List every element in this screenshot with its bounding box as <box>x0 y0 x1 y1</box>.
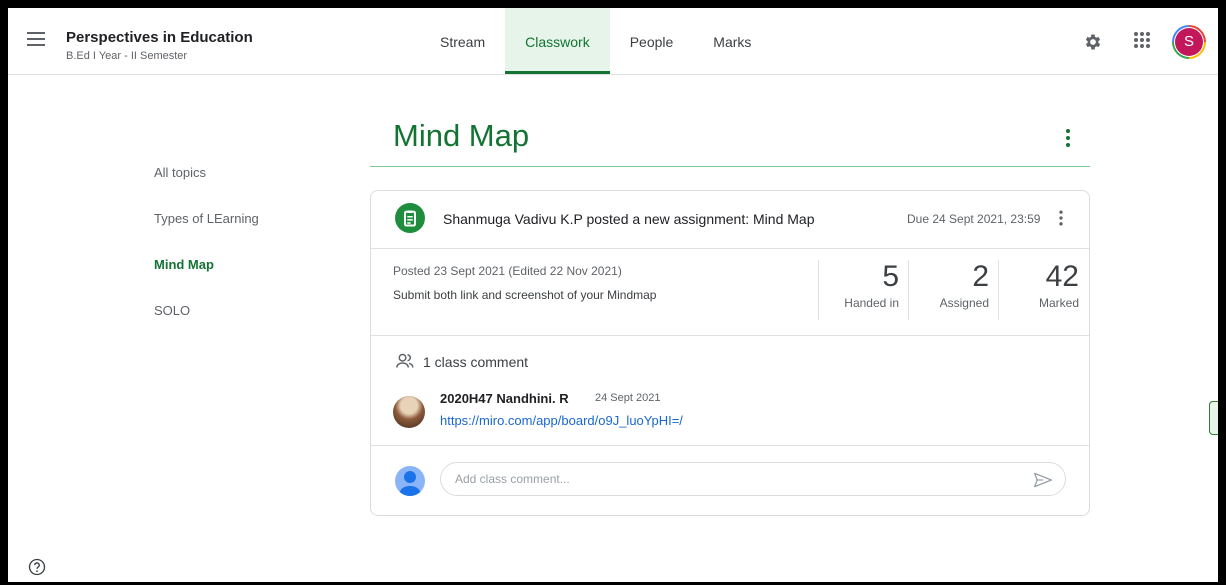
topic-types-of-learning[interactable]: Types of LEarning <box>154 211 259 257</box>
topic-list: All topics Types of LEarning Mind Map SO… <box>154 165 259 349</box>
course-title[interactable]: Perspectives in Education <box>66 29 253 46</box>
topic-all[interactable]: All topics <box>154 165 259 211</box>
topic-solo[interactable]: SOLO <box>154 303 259 349</box>
posted-date: Posted 23 Sept 2021 (Edited 22 Nov 2021) <box>393 264 622 278</box>
assignment-details: Posted 23 Sept 2021 (Edited 22 Nov 2021)… <box>371 248 1089 336</box>
account-avatar[interactable]: S <box>1172 25 1206 59</box>
stat-assigned[interactable]: 2 Assigned <box>908 260 999 320</box>
due-date: Due 24 Sept 2021, 23:59 <box>907 212 1041 226</box>
more-vert-icon[interactable] <box>1051 208 1071 228</box>
account-initial: S <box>1175 28 1203 56</box>
topic-heading: Mind Map <box>393 118 530 153</box>
stat-value: 2 <box>972 260 989 293</box>
comment-date: 24 Sept 2021 <box>595 392 661 404</box>
help-icon[interactable] <box>28 558 46 576</box>
stat-marked[interactable]: 42 Marked <box>998 260 1089 320</box>
tab-stream[interactable]: Stream <box>420 8 505 74</box>
avatar <box>395 466 425 496</box>
topic-mind-map[interactable]: Mind Map <box>154 257 259 303</box>
class-comment-input[interactable] <box>440 462 1066 496</box>
stat-handed-in[interactable]: 5 Handed in <box>818 260 909 320</box>
stat-value: 5 <box>882 260 899 293</box>
tab-classwork[interactable]: Classwork <box>505 8 610 74</box>
send-icon[interactable] <box>1033 471 1053 489</box>
gear-icon[interactable] <box>1083 32 1103 52</box>
class-comments-toggle[interactable]: 1 class comment <box>423 354 528 370</box>
course-tabs: Stream Classwork People Marks <box>420 8 771 74</box>
tab-people[interactable]: People <box>610 8 694 74</box>
assignment-card: Shanmuga Vadivu K.P posted a new assignm… <box>370 190 1090 516</box>
comment-author: 2020H47 Nandhini. R <box>440 391 569 406</box>
assignment-icon <box>395 203 425 233</box>
comment-divider <box>371 445 1089 446</box>
top-app-bar: Perspectives in Education B.Ed I Year - … <box>8 8 1218 75</box>
classroom-window: Perspectives in Education B.Ed I Year - … <box>8 8 1218 582</box>
people-icon <box>396 353 414 368</box>
tab-marks[interactable]: Marks <box>693 8 771 74</box>
comment-link[interactable]: https://miro.com/app/board/o9J_luoYpHI=/ <box>440 413 683 428</box>
stat-label: Assigned <box>939 296 989 310</box>
assignment-title: Shanmuga Vadivu K.P posted a new assignm… <box>443 211 815 227</box>
course-subtitle: B.Ed I Year - II Semester <box>66 50 188 62</box>
avatar <box>393 396 425 428</box>
assignment-instructions: Submit both link and screenshot of your … <box>393 288 657 302</box>
menu-icon[interactable] <box>27 32 45 46</box>
extension-widget[interactable] <box>1209 401 1218 435</box>
assignment-header[interactable]: Shanmuga Vadivu K.P posted a new assignm… <box>371 191 1089 249</box>
stat-value: 42 <box>1045 260 1079 293</box>
stat-label: Marked <box>1038 296 1079 310</box>
stat-label: Handed in <box>844 296 899 310</box>
more-vert-icon[interactable] <box>1056 126 1080 150</box>
apps-grid-icon[interactable] <box>1134 32 1150 48</box>
topic-divider <box>370 166 1090 167</box>
